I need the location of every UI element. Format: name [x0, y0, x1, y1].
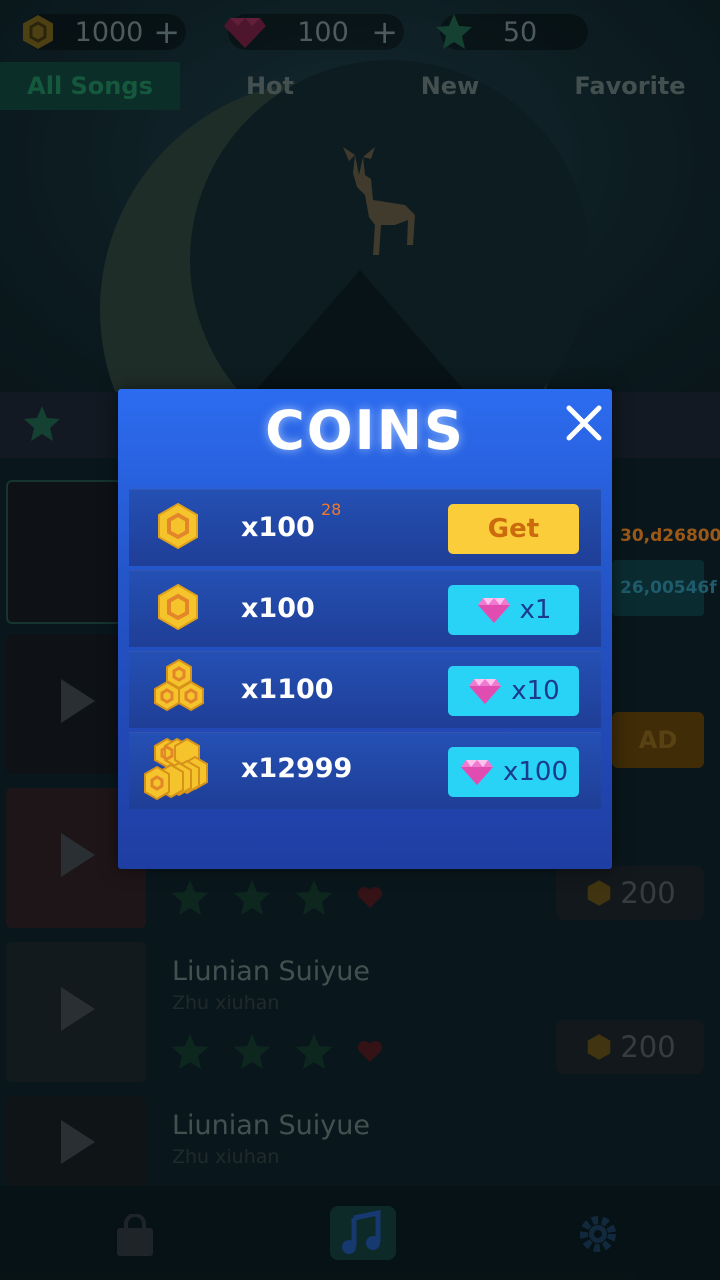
button-label: Get — [487, 514, 540, 544]
coin-offer-row: x12999 x100 — [129, 732, 601, 809]
buy-coins-button[interactable]: x100 — [448, 747, 579, 797]
dialog-title: COINS — [265, 399, 465, 462]
gem-icon — [469, 679, 502, 704]
coin-icon — [158, 502, 198, 550]
gem-icon — [477, 598, 510, 623]
coins-shop-dialog: COINS x100 28 Get x100 x1 x1100 x10 x129… — [118, 389, 612, 869]
gem-cost: x1 — [519, 595, 552, 625]
gem-cost: x100 — [502, 757, 568, 787]
get-free-coins-button[interactable]: Get — [448, 504, 579, 554]
coin-offer-row: x100 x1 — [129, 570, 601, 647]
coin-amount: x12999 — [241, 753, 353, 784]
coin-offer-row: x1100 x10 — [129, 651, 601, 728]
buy-coins-button[interactable]: x10 — [448, 666, 579, 716]
close-icon — [566, 405, 602, 441]
coin-icon — [158, 583, 198, 631]
coin-amount: x100 — [241, 593, 315, 624]
gem-icon — [460, 760, 493, 785]
buy-coins-button[interactable]: x1 — [448, 585, 579, 635]
coin-amount: x100 — [241, 512, 315, 543]
offer-badge: 28 — [321, 500, 342, 519]
gem-cost: x10 — [511, 676, 560, 706]
close-button[interactable] — [564, 403, 604, 443]
coin-amount: x1100 — [241, 674, 334, 705]
coin-stack-icon — [154, 658, 204, 712]
coin-pile-icon — [144, 737, 208, 801]
coin-offer-row: x100 28 Get — [129, 489, 601, 566]
